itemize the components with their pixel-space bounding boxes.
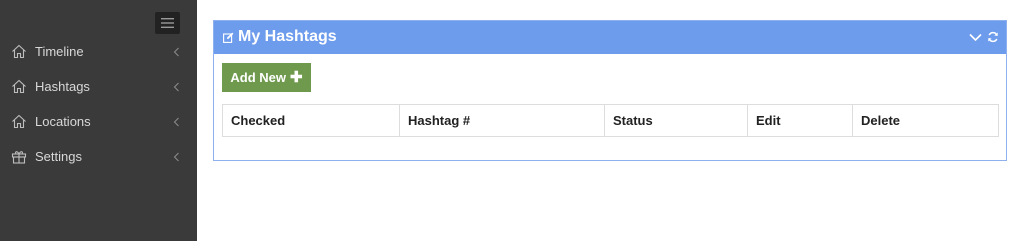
hashtags-panel: My Hashtags Add New ✚ Checked Hashtag # … <box>213 20 1007 161</box>
table-header-row: Checked Hashtag # Status Edit Delete <box>222 104 999 137</box>
sidebar-item-timeline[interactable]: Timeline <box>0 34 197 69</box>
plus-icon: ✚ <box>290 69 303 86</box>
edit-icon <box>223 32 234 43</box>
sidebar-item-settings[interactable]: Settings <box>0 139 197 174</box>
chevron-down-icon[interactable] <box>969 33 982 42</box>
add-new-button[interactable]: Add New ✚ <box>222 63 311 92</box>
column-header-checked: Checked <box>222 104 400 137</box>
sidebar-item-label: Locations <box>35 114 91 129</box>
sidebar-item-locations[interactable]: Locations <box>0 104 197 139</box>
column-header-edit: Edit <box>747 104 853 137</box>
hashtags-table: Checked Hashtag # Status Edit Delete <box>222 104 999 137</box>
home-icon <box>12 44 26 59</box>
gift-icon <box>11 151 27 164</box>
hamburger-icon <box>161 18 174 28</box>
sidebar-item-hashtags[interactable]: Hashtags <box>0 69 197 104</box>
sidebar-item-label: Timeline <box>35 44 84 59</box>
home-icon <box>12 114 26 129</box>
column-header-status: Status <box>604 104 748 137</box>
sidebar: Timeline Hashtags Locations Settings <box>0 0 197 241</box>
home-icon <box>12 79 26 94</box>
chevron-left-icon <box>173 47 179 57</box>
chevron-left-icon <box>173 117 179 127</box>
menu-toggle-button[interactable] <box>155 12 180 34</box>
panel-title: My Hashtags <box>238 28 337 45</box>
column-header-delete: Delete <box>852 104 999 137</box>
add-new-label: Add New <box>230 70 287 85</box>
sidebar-item-label: Settings <box>35 149 82 164</box>
sidebar-item-label: Hashtags <box>35 79 90 94</box>
chevron-left-icon <box>173 152 179 162</box>
panel-header: My Hashtags <box>214 21 1006 54</box>
chevron-left-icon <box>173 82 179 92</box>
column-header-hashtag: Hashtag # <box>399 104 605 137</box>
sidebar-nav: Timeline Hashtags Locations Settings <box>0 34 197 174</box>
refresh-icon[interactable] <box>987 31 999 43</box>
